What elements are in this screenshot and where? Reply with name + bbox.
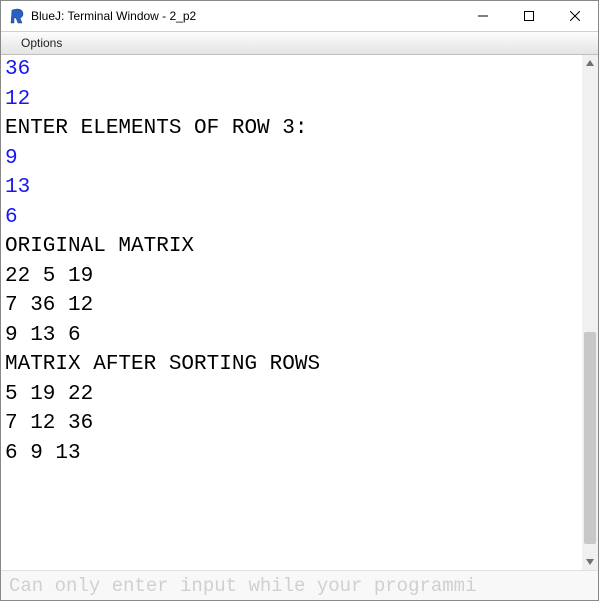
terminal-line: 36 [5, 55, 578, 85]
terminal-line: 5 19 22 [5, 380, 578, 410]
terminal-line: 13 [5, 173, 578, 203]
terminal-line: MATRIX AFTER SORTING ROWS [5, 350, 578, 380]
titlebar: BlueJ: Terminal Window - 2_p2 [1, 1, 598, 31]
terminal-output: 3612ENTER ELEMENTS OF ROW 3:9136ORIGINAL… [1, 55, 582, 570]
scroll-thumb[interactable] [584, 332, 596, 545]
terminal-line [5, 498, 578, 528]
terminal-line: 6 9 13 [5, 439, 578, 469]
scroll-down-arrow[interactable] [582, 554, 598, 570]
menubar: Options [1, 31, 598, 55]
input-placeholder: Can only enter input while your programm… [9, 575, 476, 597]
window-title: BlueJ: Terminal Window - 2_p2 [31, 9, 460, 23]
terminal-line: ORIGINAL MATRIX [5, 232, 578, 262]
terminal-line [5, 468, 578, 498]
bluej-icon [9, 8, 25, 24]
scroll-up-arrow[interactable] [582, 55, 598, 71]
terminal-line: 9 [5, 144, 578, 174]
terminal-line: 7 36 12 [5, 291, 578, 321]
scroll-track[interactable] [582, 71, 598, 554]
vertical-scrollbar[interactable] [582, 55, 598, 570]
terminal-line: 7 12 36 [5, 409, 578, 439]
terminal-area: 3612ENTER ELEMENTS OF ROW 3:9136ORIGINAL… [1, 55, 598, 570]
terminal-line: 9 13 6 [5, 321, 578, 351]
terminal-line: 6 [5, 203, 578, 233]
minimize-button[interactable] [460, 1, 506, 31]
menu-options[interactable]: Options [15, 34, 68, 52]
input-field[interactable]: Can only enter input while your programm… [1, 570, 598, 600]
terminal-line: 22 5 19 [5, 262, 578, 292]
window-controls [460, 1, 598, 31]
maximize-button[interactable] [506, 1, 552, 31]
terminal-line: ENTER ELEMENTS OF ROW 3: [5, 114, 578, 144]
terminal-line: 12 [5, 85, 578, 115]
close-button[interactable] [552, 1, 598, 31]
